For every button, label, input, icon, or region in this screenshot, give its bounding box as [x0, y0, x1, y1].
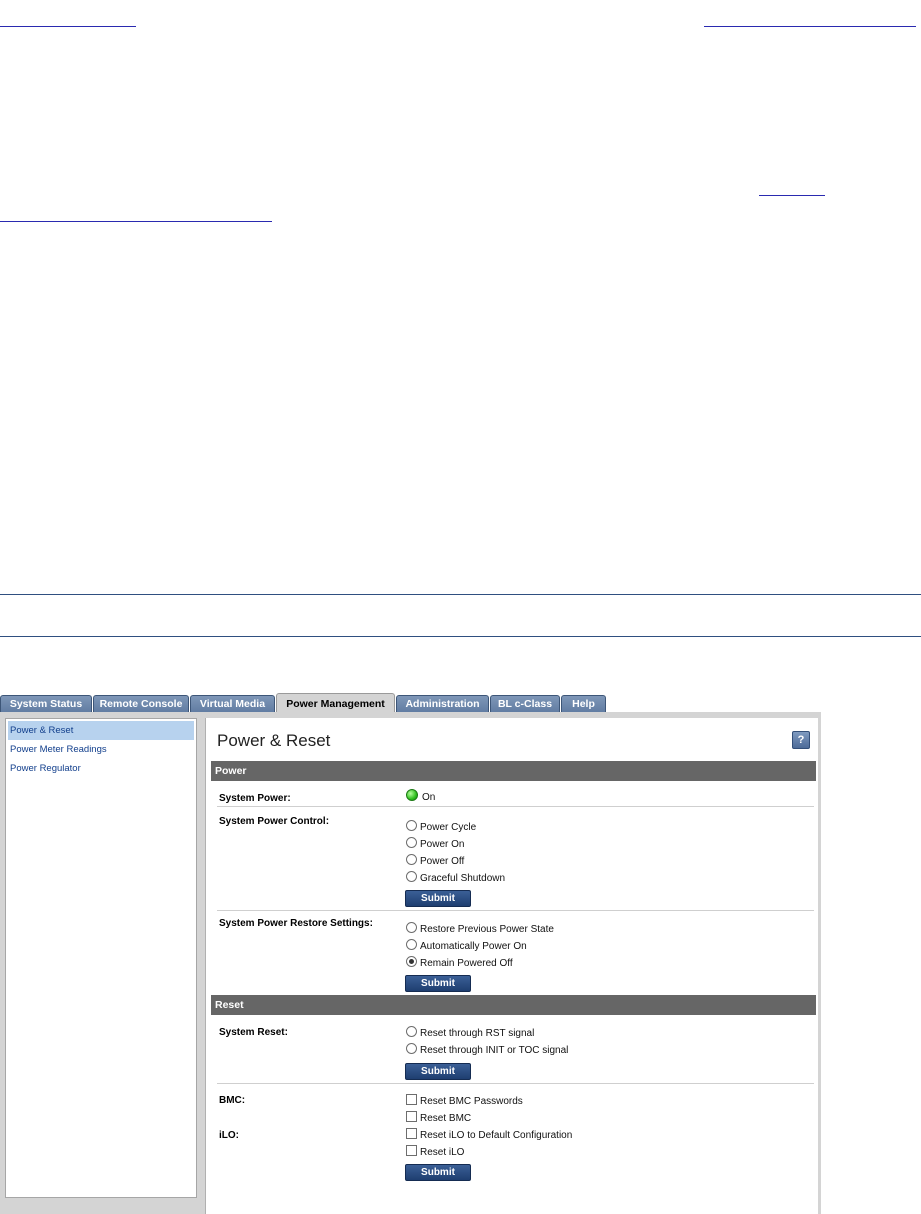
doc-link-underline-4[interactable] [0, 221, 272, 222]
section-header-power: Power [211, 761, 816, 781]
radio-button[interactable] [406, 1043, 417, 1054]
tab-help[interactable]: Help [561, 695, 606, 713]
divider [217, 910, 814, 911]
doc-link-underline-2[interactable] [0, 26, 136, 27]
tab-system-status[interactable]: System Status [0, 695, 92, 713]
option-label: Automatically Power On [420, 941, 527, 952]
system-power-restore-label: System Power Restore Settings: [219, 918, 373, 929]
system-reset-submit-button[interactable]: Submit [405, 1063, 471, 1080]
option-label: Reset BMC Passwords [420, 1096, 523, 1107]
power-restore-submit-button[interactable]: Submit [405, 975, 471, 992]
bmc-label: BMC: [219, 1095, 246, 1106]
system-power-control-label: System Power Control: [219, 816, 330, 827]
tab-virtual-media[interactable]: Virtual Media [190, 695, 275, 713]
divider [217, 806, 814, 807]
option-label: Power On [420, 839, 465, 850]
option-label: Reset iLO to Default Configuration [420, 1130, 573, 1141]
checkbox[interactable] [406, 1111, 417, 1122]
sidebar-item-power-meter-readings[interactable]: Power Meter Readings [6, 740, 196, 759]
option-reset-rst-signal[interactable]: Reset through RST signal [406, 1025, 534, 1042]
option-label: Power Cycle [420, 822, 477, 833]
doc-rule-bottom [0, 636, 921, 637]
option-label: Reset BMC [420, 1113, 472, 1124]
option-remain-powered-off[interactable]: Remain Powered Off [406, 955, 513, 972]
radio-button[interactable] [406, 820, 417, 831]
main-frame: Power & Reset Power Meter Readings Power… [0, 712, 821, 1214]
option-label: Power Off [420, 856, 465, 867]
option-label: Graceful Shutdown [420, 873, 506, 884]
ilo-label: iLO: [219, 1130, 239, 1141]
checkbox[interactable] [406, 1128, 417, 1139]
ilo-power-management-ui: System Status Remote Console Virtual Med… [0, 693, 821, 1214]
doc-link-underline-3[interactable] [759, 195, 825, 196]
option-reset-bmc[interactable]: Reset BMC [406, 1110, 471, 1127]
radio-button[interactable] [406, 922, 417, 933]
section-header-reset: Reset [211, 995, 816, 1015]
radio-button-selected[interactable] [406, 956, 417, 967]
option-power-off[interactable]: Power Off [406, 853, 464, 870]
tab-remote-console[interactable]: Remote Console [93, 695, 189, 713]
radio-button[interactable] [406, 1026, 417, 1037]
tab-administration[interactable]: Administration [396, 695, 489, 713]
sidebar-item-power-regulator[interactable]: Power Regulator [6, 759, 196, 778]
radio-button[interactable] [406, 871, 417, 882]
option-reset-bmc-passwords[interactable]: Reset BMC Passwords [406, 1093, 523, 1110]
option-label: Reset through RST signal [420, 1028, 535, 1039]
system-power-status-text: On [422, 792, 436, 803]
doc-link-underline-1[interactable] [704, 26, 916, 27]
option-label: Restore Previous Power State [420, 924, 554, 935]
checkbox[interactable] [406, 1094, 417, 1105]
power-control-submit-button[interactable]: Submit [405, 890, 471, 907]
option-label: Reset iLO [420, 1147, 465, 1158]
radio-button[interactable] [406, 837, 417, 848]
option-reset-init-toc-signal[interactable]: Reset through INIT or TOC signal [406, 1042, 568, 1059]
option-reset-ilo-default-config[interactable]: Reset iLO to Default Configuration [406, 1127, 572, 1144]
option-power-on[interactable]: Power On [406, 836, 464, 853]
option-automatically-power-on[interactable]: Automatically Power On [406, 938, 527, 955]
divider [217, 1083, 814, 1084]
tab-bl-c-class[interactable]: BL c-Class [490, 695, 560, 713]
sidebar: Power & Reset Power Meter Readings Power… [5, 718, 197, 1198]
option-graceful-shutdown[interactable]: Graceful Shutdown [406, 870, 505, 887]
option-power-cycle[interactable]: Power Cycle [406, 819, 476, 836]
power-on-led-icon [406, 789, 418, 801]
tab-bar: System Status Remote Console Virtual Med… [0, 693, 821, 713]
help-icon[interactable]: ? [792, 731, 810, 749]
doc-rule-top [0, 594, 921, 595]
content-panel: Power & Reset ? Power System Power: On S… [205, 718, 818, 1214]
checkbox[interactable] [406, 1145, 417, 1156]
system-power-label: System Power: [219, 793, 291, 804]
reset-bmc-ilo-submit-button[interactable]: Submit [405, 1164, 471, 1181]
radio-button[interactable] [406, 939, 417, 950]
system-power-status: On [406, 789, 435, 806]
option-restore-previous-power-state[interactable]: Restore Previous Power State [406, 921, 554, 938]
sidebar-item-power-reset[interactable]: Power & Reset [8, 721, 194, 740]
option-reset-ilo[interactable]: Reset iLO [406, 1144, 464, 1161]
page-title: Power & Reset [217, 731, 331, 750]
option-label: Reset through INIT or TOC signal [420, 1045, 569, 1056]
tab-power-management[interactable]: Power Management [276, 693, 395, 713]
option-label: Remain Powered Off [420, 958, 513, 969]
system-reset-label: System Reset: [219, 1027, 288, 1038]
radio-button[interactable] [406, 854, 417, 865]
